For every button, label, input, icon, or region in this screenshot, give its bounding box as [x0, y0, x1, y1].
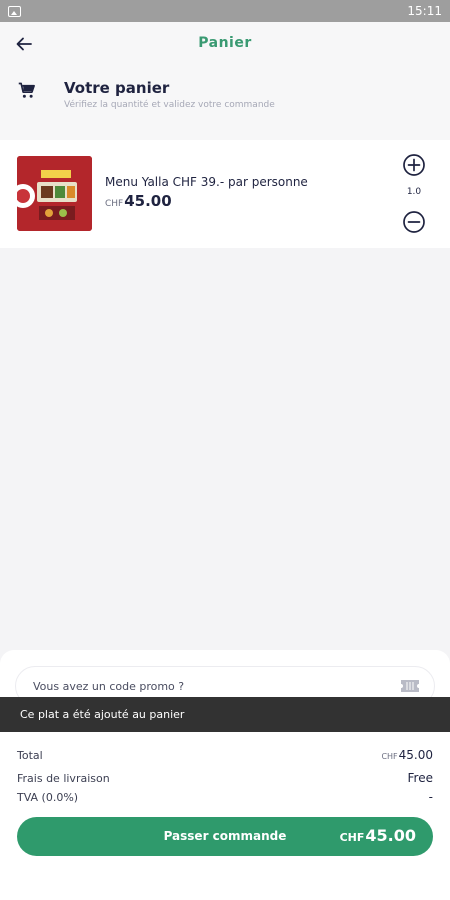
- image-icon: [8, 5, 21, 17]
- promo-placeholder: Vous avez un code promo ?: [33, 680, 185, 693]
- delivery-row: Frais de livraison Free: [17, 771, 433, 785]
- snackbar-message: Ce plat a été ajouté au panier: [20, 708, 185, 721]
- tax-row: TVA (0.0%) -: [17, 790, 433, 804]
- item-currency: CHF: [105, 199, 124, 209]
- total-amount: 45.00: [398, 748, 433, 762]
- checkout-amount: 45.00: [365, 826, 416, 845]
- status-bar: 15:11: [0, 0, 450, 22]
- header: Panier Votre panier Vérifiez la quantité…: [0, 22, 450, 140]
- cart-icon: [18, 82, 35, 98]
- cart-subtitle: Vérifiez la quantité et validez votre co…: [64, 100, 275, 110]
- item-name: Menu Yalla CHF 39.- par personne: [105, 175, 308, 189]
- page-title: Panier: [198, 35, 252, 51]
- cart-title: Votre panier: [64, 79, 170, 97]
- checkout-total: CHF 45.00: [340, 826, 416, 845]
- tax-value: -: [428, 790, 433, 804]
- total-row: Total CHF45.00: [17, 748, 433, 762]
- total-currency: CHF: [381, 752, 398, 761]
- plus-circle-icon[interactable]: [402, 153, 426, 177]
- item-price: CHF 45.00: [105, 192, 172, 210]
- ticket-icon[interactable]: [400, 678, 420, 694]
- checkout-currency: CHF: [339, 831, 365, 844]
- cart-item: Menu Yalla CHF 39.- par personne CHF 45.…: [0, 140, 450, 248]
- total-value: CHF45.00: [381, 748, 433, 762]
- tax-label: TVA (0.0%): [17, 791, 79, 804]
- item-image[interactable]: [17, 156, 92, 231]
- item-price-value: 45.00: [124, 192, 172, 210]
- minus-circle-icon[interactable]: [402, 210, 426, 234]
- checkout-button[interactable]: Passer commande CHF 45.00: [17, 817, 433, 856]
- snackbar: Ce plat a été ajouté au panier: [0, 697, 450, 732]
- quantity-value: 1.0: [406, 187, 422, 197]
- status-time: 15:11: [407, 4, 442, 18]
- total-label: Total: [17, 749, 43, 762]
- delivery-value: Free: [407, 771, 433, 785]
- delivery-label: Frais de livraison: [17, 772, 110, 785]
